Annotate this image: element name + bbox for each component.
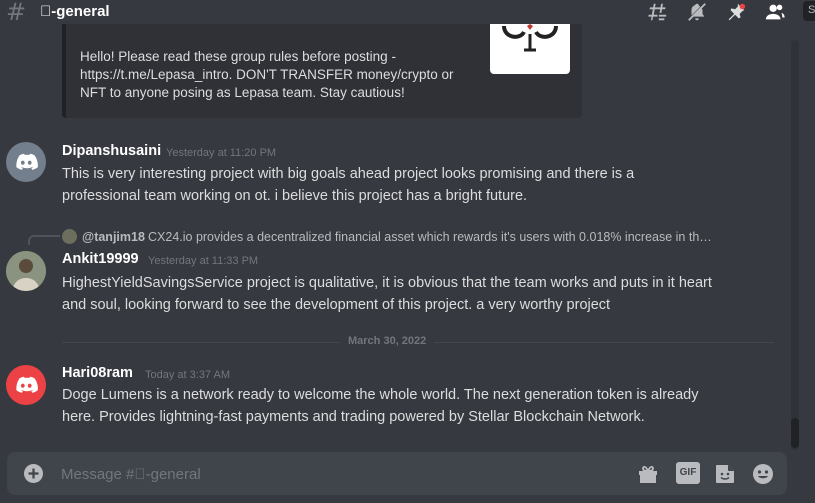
avatar[interactable] [6,251,46,291]
scrollbar-thumb[interactable] [791,418,799,448]
username[interactable]: Ankit19999 [62,251,139,267]
logo-icon [502,24,558,52]
avatar[interactable] [6,142,46,182]
mute-bell-icon[interactable] [686,1,708,23]
message-composer: GIF [7,452,787,495]
reply-username[interactable]: @tanjim18 [82,230,145,244]
discord-logo-icon [16,376,38,393]
embed-thumbnail [490,24,570,74]
username[interactable]: Dipanshusaini [62,143,161,159]
reply-avatar [62,229,77,244]
embed-text: Hello! Please read these group rules bef… [80,49,454,100]
emoji-icon[interactable] [751,462,775,486]
reply-connector [28,235,60,245]
scrollbar-track[interactable] [791,40,799,450]
hashtag-icon: # [6,0,27,26]
timestamp: Today at 3:37 AM [145,369,230,381]
message-list[interactable]: Hello! Please read these group rules bef… [0,24,790,452]
upload-button[interactable] [24,464,43,483]
gif-button[interactable]: GIF [676,462,700,484]
gift-icon[interactable] [636,462,660,486]
gif-label: GIF [679,467,697,478]
threads-icon[interactable] [646,1,668,23]
user-photo-icon [6,251,46,291]
message-text: This is very interesting project with bi… [62,166,635,204]
avatar[interactable] [6,365,46,405]
search-icon[interactable]: S [803,1,815,21]
date-divider-label: March 30, 2022 [340,335,435,347]
timestamp: Yesterday at 11:33 PM [148,255,259,267]
rules-embed: Hello! Please read these group rules bef… [62,24,582,118]
pin-icon[interactable] [725,1,747,23]
channel-title:  -general [40,3,110,20]
message-input[interactable] [61,463,621,485]
timestamp: Yesterday at 11:20 PM [166,147,277,159]
plus-icon [28,468,39,479]
discord-logo-icon [16,153,38,170]
username[interactable]: Hari08ram [62,365,133,381]
members-icon[interactable] [764,1,786,23]
message-text: Doge Lumens is a network ready to welcom… [62,387,699,425]
sticker-icon[interactable] [713,462,737,486]
channel-header: #  -general S [0,0,815,26]
message-text: HighestYieldSavingsService project is qu… [62,275,712,313]
reply-preview[interactable]: CX24.io provides a decentralized financi… [148,230,738,244]
